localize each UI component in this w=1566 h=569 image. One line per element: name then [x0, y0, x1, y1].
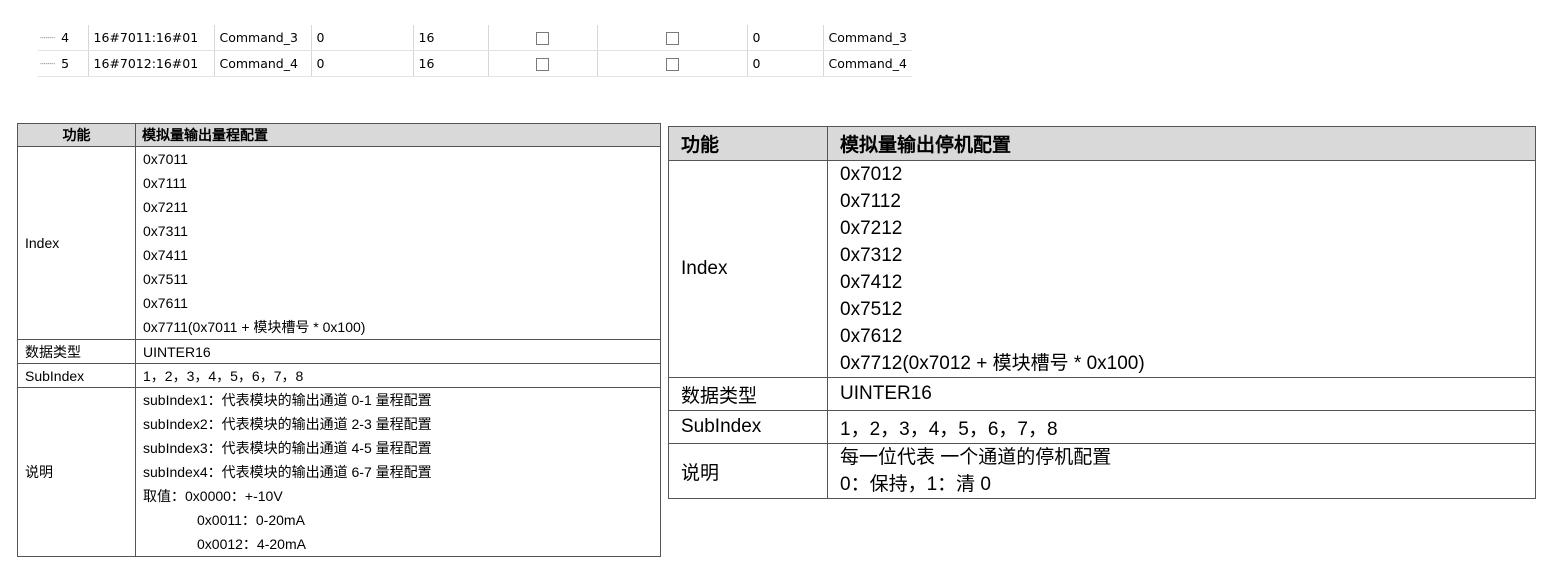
length-cell: 16	[413, 25, 489, 51]
value-cell: 0	[747, 50, 824, 77]
header-key: 功能	[668, 126, 828, 161]
text-line: 0x7512	[840, 299, 903, 320]
text-line: 0x7212	[840, 218, 903, 239]
value-cell: 0	[747, 25, 824, 51]
checkbox[interactable]	[536, 58, 549, 71]
index-cell: 16#7012:16#01	[88, 50, 215, 77]
description-values: 每一位代表 一个通道的停机配置 0：保持，1：清 0	[827, 443, 1536, 499]
checkbox-cell	[597, 50, 748, 77]
description-cell: Command_4	[823, 50, 912, 77]
text-line: 0x7612	[840, 326, 903, 347]
header-value: 模拟量输出停机配置	[827, 126, 1536, 161]
index-label: Index	[17, 146, 136, 340]
header-key: 功能	[17, 123, 136, 147]
datatype-value: UINTER16	[135, 339, 661, 364]
table-header-row: 功能 模拟量输出停机配置	[668, 126, 1536, 161]
checkbox-cell	[488, 25, 598, 51]
value-option-line: 0x0012：4-20mA	[197, 536, 306, 552]
value-cell: 0	[311, 50, 414, 77]
index-cell: 16#7011:16#01	[88, 25, 215, 51]
row-number-cell: ┈┈ 5	[38, 50, 89, 77]
text-line: 0：保持，1：清 0	[840, 474, 991, 495]
datatype-row: 数据类型 UINTER16	[17, 339, 661, 364]
text-line: 0x7011	[143, 151, 188, 167]
text-line: 0x7411	[143, 247, 188, 263]
text-line: subIndex1：代表模块的输出通道 0-1 量程配置	[143, 392, 432, 408]
name-cell: Command_4	[214, 50, 312, 77]
text-line: 0x7311	[143, 223, 188, 239]
text-line: 0x7511	[143, 271, 188, 287]
datatype-label: 数据类型	[17, 339, 136, 364]
text-line: 0x7112	[840, 191, 901, 212]
length-cell: 16	[413, 50, 489, 77]
index-label: Index	[668, 160, 828, 378]
subindex-label: SubIndex	[17, 363, 136, 388]
text-line: subIndex2：代表模块的输出通道 2-3 量程配置	[143, 416, 432, 432]
description-label: 说明	[17, 387, 136, 557]
value-cell: 0	[311, 25, 414, 51]
row-number: 4	[61, 30, 70, 45]
name-cell: Command_3	[214, 25, 312, 51]
text-line: 0x7111	[143, 175, 187, 191]
text-line: 0x7712(0x7012 + 模块槽号 * 0x100)	[840, 353, 1145, 374]
table-row[interactable]: ┈┈ 4 16#7011:16#01 Command_3 0 16 0 Command_3	[38, 25, 912, 51]
checkbox[interactable]	[665, 58, 679, 71]
text-line: 取值：0x0000：+-10V	[143, 488, 283, 504]
text-line: subIndex4：代表模块的输出通道 6-7 量程配置	[143, 464, 432, 480]
description-values: subIndex1：代表模块的输出通道 0-1 量程配置 subIndex2：代表…	[135, 387, 661, 557]
range-config-table: 功能 模拟量输出量程配置 Index 0x7011 0x7111 0x7211 0x7…	[17, 123, 661, 557]
header-value: 模拟量输出量程配置	[135, 123, 661, 147]
subindex-label: SubIndex	[668, 410, 828, 444]
text-line: 0x7211	[143, 199, 188, 215]
text-line: 0x7412	[840, 272, 903, 293]
row-number: 5	[61, 56, 70, 71]
datatype-row: 数据类型 UINTER16	[668, 377, 1536, 411]
datatype-value: UINTER16	[827, 377, 1536, 411]
table-row[interactable]: ┈┈ 5 16#7012:16#01 Command_4 0 16 0 Command_4	[38, 50, 912, 77]
stop-config-table: 功能 模拟量输出停机配置 Index 0x7012 0x7112 0x7212 0x7…	[668, 126, 1536, 499]
checkbox[interactable]	[665, 32, 679, 45]
text-line: 0x7012	[840, 164, 903, 185]
description-row: 说明 subIndex1：代表模块的输出通道 0-1 量程配置 subIndex2…	[17, 387, 661, 557]
text-line: 0x7711(0x7011 + 模块槽号 * 0x100)	[143, 319, 366, 335]
description-cell: Command_3	[823, 25, 912, 51]
text-line: 0x7611	[143, 295, 188, 311]
text-line: 每一位代表 一个通道的停机配置	[840, 447, 1112, 468]
checkbox[interactable]	[536, 32, 549, 45]
table-header-row: 功能 模拟量输出量程配置	[17, 123, 661, 147]
subindex-row: SubIndex 1，2，3，4，5，6，7，8	[668, 410, 1536, 444]
subindex-value: 1，2，3，4，5，6，7，8	[135, 363, 661, 388]
index-values: 0x7012 0x7112 0x7212 0x7312 0x7412 0x7512 0x76…	[827, 160, 1536, 378]
subindex-row: SubIndex 1，2，3，4，5，6，7，8	[17, 363, 661, 388]
text-line: 0x7312	[840, 245, 903, 266]
checkbox-cell	[597, 25, 748, 51]
checkbox-cell	[488, 50, 598, 77]
index-row: Index 0x7011 0x7111 0x7211 0x7311 0x7411 0x75…	[17, 146, 661, 340]
index-row: Index 0x7012 0x7112 0x7212 0x7312 0x7412 0x75…	[668, 160, 1536, 378]
text-line: subIndex3：代表模块的输出通道 4-5 量程配置	[143, 440, 432, 456]
row-number-cell: ┈┈ 4	[38, 25, 89, 51]
description-row: 说明 每一位代表 一个通道的停机配置 0：保持，1：清 0	[668, 443, 1536, 499]
subindex-value: 1，2，3，4，5，6，7，8	[827, 410, 1536, 444]
variable-grid: ┈┈ 4 16#7011:16#01 Command_3 0 16 0 Command_3 ┈┈…	[38, 25, 912, 77]
value-option-line: 0x0011：0-20mA	[197, 512, 305, 528]
description-label: 说明	[668, 443, 828, 499]
datatype-label: 数据类型	[668, 377, 828, 411]
index-values: 0x7011 0x7111 0x7211 0x7311 0x7411 0x7511 0x76…	[135, 146, 661, 340]
